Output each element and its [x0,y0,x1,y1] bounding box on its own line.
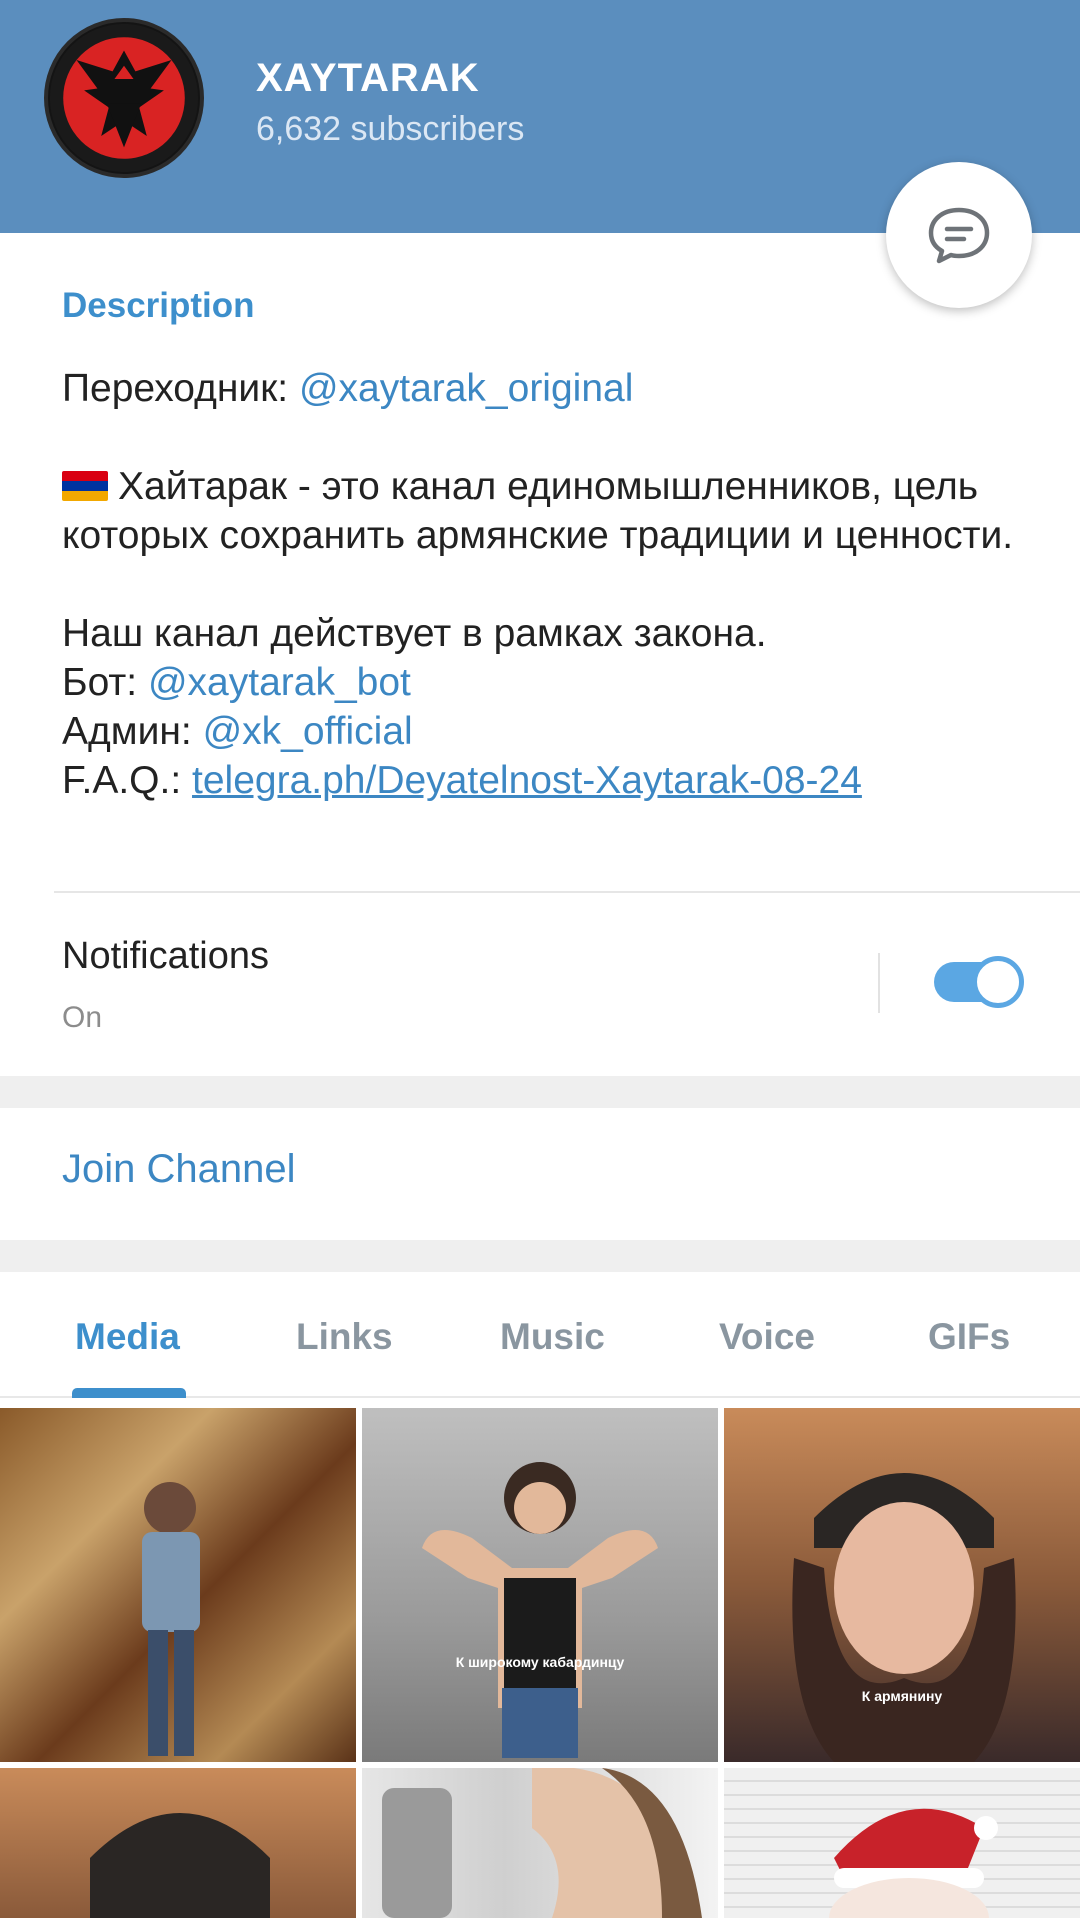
about-text: Хайтарак - это канал единомышленников, ц… [62,465,1014,557]
woman-flexing-photo [422,1462,658,1758]
subscriber-count: 6,632 subscribers [256,110,525,148]
toggle-knob [972,956,1024,1008]
admin-label: Админ: [62,710,203,753]
faq-label: F.A.Q.: [62,759,193,802]
santa-claus-photo [829,1808,998,1918]
tab-voice[interactable]: Voice [719,1316,815,1358]
join-channel-button[interactable]: Join Channel [62,1147,296,1192]
tab-media[interactable]: Media [75,1316,180,1358]
notifications-label[interactable]: Notifications [62,935,269,978]
media-caption: К армянину [861,1688,943,1704]
description-text: Переходник: @xaytarak_original Хайтарак … [62,364,1042,805]
relay-label: Переходник: [62,367,299,410]
media-caption: К широкому кабардинцу [455,1654,625,1670]
bot-line: Бот: @xaytarak_bot [62,658,1042,707]
media-thumbnail-6[interactable] [724,1768,1080,1918]
bot-link[interactable]: @xaytarak_bot [148,661,411,704]
section-gap [0,1076,1080,1108]
channel-avatar[interactable] [44,18,204,178]
tab-music[interactable]: Music [500,1316,605,1358]
admin-line: Админ: @xk_official [62,707,1042,756]
tab-links[interactable]: Links [296,1316,393,1358]
vertical-separator [878,953,880,1013]
media-thumbnail-3[interactable]: К армянину [724,1408,1080,1762]
tab-gifs[interactable]: GIFs [928,1316,1010,1358]
channel-title: XAYTARAK [256,56,480,100]
man-in-jacket-photo [142,1482,200,1756]
admin-link[interactable]: @xk_official [203,710,413,753]
notifications-state: On [62,1001,103,1034]
legal-line: Наш канал действует в рамках закона. [62,612,767,655]
discuss-button[interactable] [886,162,1032,308]
media-thumbnail-5[interactable] [362,1768,718,1918]
chat-bubble-icon [928,207,990,264]
media-thumbnail-4[interactable] [0,1768,356,1918]
media-thumbnail-1[interactable] [0,1408,356,1762]
woman-profile-photo [382,1768,702,1918]
relay-channel-link[interactable]: @xaytarak_original [299,367,633,410]
about-paragraph: Хайтарак - это канал единомышленников, ц… [62,462,1042,560]
shared-media-tabs: Media Links Music Voice GIFs [0,1272,1080,1398]
faq-line: F.A.Q.: telegra.ph/Deyatelnost-Xaytarak-… [62,756,1042,805]
relay-line: Переходник: @xaytarak_original [62,364,1042,413]
notifications-toggle[interactable] [934,956,1024,1008]
woman-in-beanie-photo [90,1813,270,1918]
armenia-flag-icon [62,471,108,501]
eagle-logo-icon [49,23,199,173]
section-gap [0,1240,1080,1272]
active-tab-indicator [72,1388,186,1398]
woman-in-beanie-photo [792,1473,1016,1762]
divider [54,891,1080,893]
media-thumbnail-2[interactable]: К широкому кабардинцу [362,1408,718,1762]
faq-link[interactable]: telegra.ph/Deyatelnost-Xaytarak-08-24 [192,759,862,802]
description-heading: Description [62,286,255,325]
bot-label: Бот: [62,661,148,704]
